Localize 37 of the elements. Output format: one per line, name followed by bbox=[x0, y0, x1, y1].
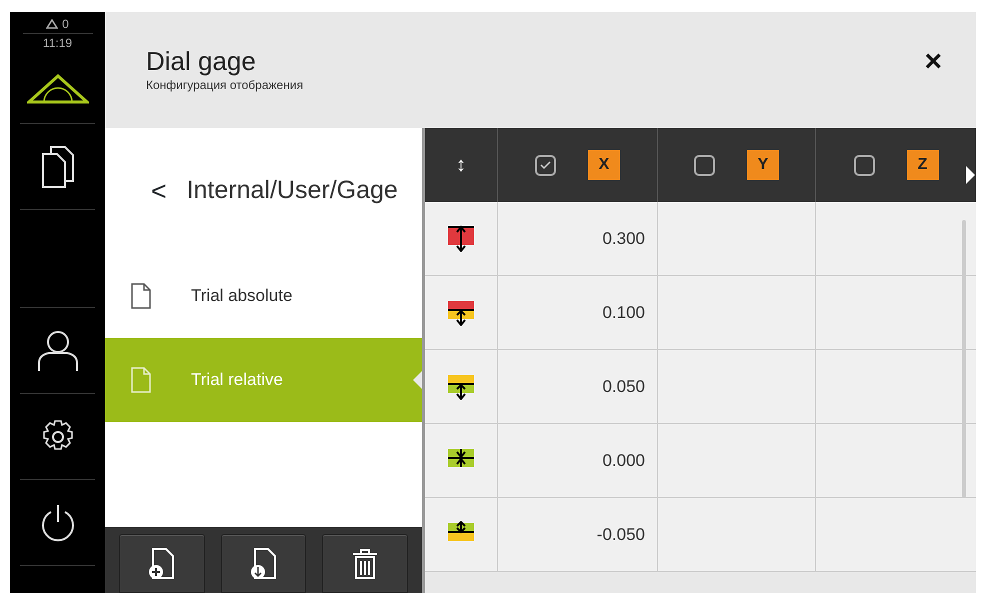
tolerance-warning-icon bbox=[448, 373, 474, 400]
checkbox[interactable] bbox=[854, 154, 874, 176]
title: Dial gage bbox=[146, 46, 257, 76]
file-icon bbox=[131, 367, 151, 393]
folder-path: Internal/User/Gage bbox=[186, 175, 398, 206]
axis-label: Y bbox=[747, 150, 779, 180]
axis-label: X bbox=[588, 150, 620, 180]
table-cell: 0.000 bbox=[497, 424, 657, 497]
axis-label: Z bbox=[906, 150, 938, 180]
subtitle: Конфигурация отображения bbox=[146, 77, 304, 94]
protractor-logo-icon[interactable] bbox=[26, 74, 88, 104]
warning-icon[interactable] bbox=[46, 19, 58, 29]
import-file-button[interactable] bbox=[220, 534, 306, 593]
add-file-button[interactable] bbox=[119, 534, 205, 593]
checkbox[interactable] bbox=[694, 154, 715, 176]
file-item[interactable]: Trial absolute bbox=[105, 254, 422, 338]
table-cell: 0.050 bbox=[497, 350, 657, 423]
close-button[interactable]: × bbox=[918, 46, 948, 78]
tolerance-warning-icon bbox=[448, 299, 474, 326]
import-file-icon bbox=[248, 546, 278, 580]
documents-icon[interactable] bbox=[40, 144, 74, 188]
table-cell: -0.050 bbox=[497, 498, 657, 571]
alert-count: 0 bbox=[62, 16, 69, 32]
trash-icon bbox=[352, 548, 378, 580]
table-cell: 0.100 bbox=[497, 276, 657, 349]
table-cell: 0.300 bbox=[497, 202, 657, 275]
clock: 11:19 bbox=[42, 35, 72, 51]
power-icon[interactable] bbox=[40, 504, 76, 542]
back-button[interactable]: < bbox=[151, 170, 167, 212]
scrollbar[interactable] bbox=[962, 220, 966, 498]
sort-icon[interactable]: ↕ bbox=[456, 150, 466, 180]
delete-button[interactable] bbox=[322, 534, 408, 593]
add-file-icon bbox=[146, 546, 177, 580]
user-icon[interactable] bbox=[36, 330, 78, 372]
checkbox[interactable] bbox=[535, 154, 556, 176]
tolerance-limit-icon bbox=[448, 225, 474, 252]
file-icon bbox=[131, 283, 151, 309]
